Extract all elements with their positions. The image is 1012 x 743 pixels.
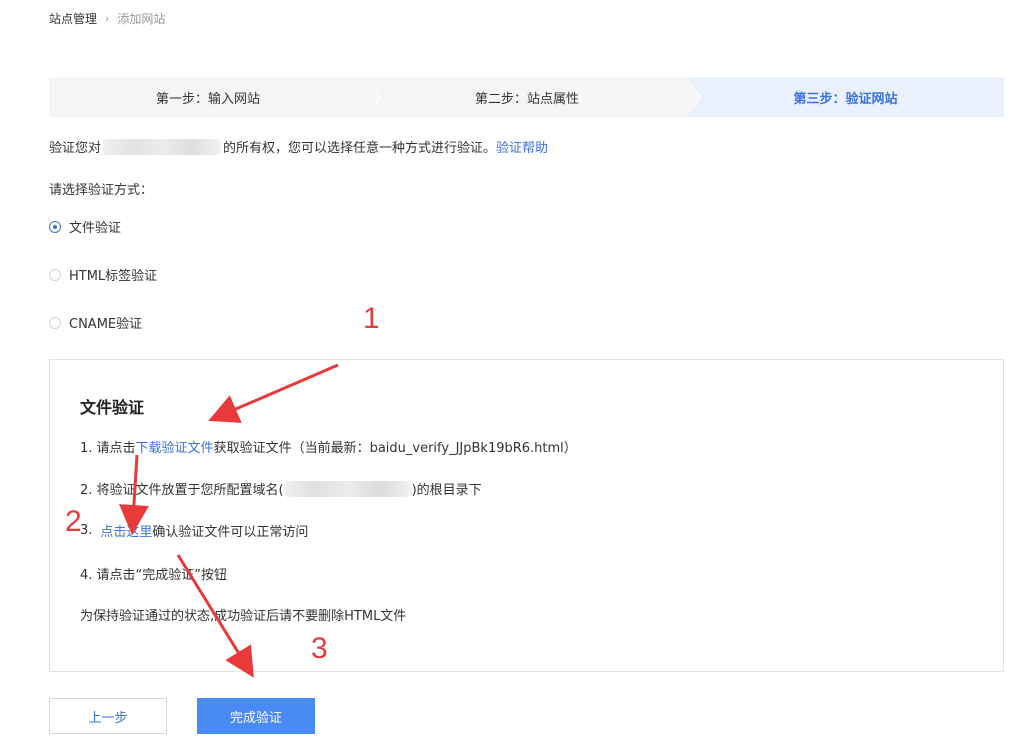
file-verify-panel xyxy=(49,359,1004,672)
step3-suffix: 确认验证文件可以正常访问 xyxy=(152,525,309,540)
complete-verification-button[interactable]: 完成验证 xyxy=(197,698,315,734)
radio-unchecked-icon[interactable] xyxy=(49,268,61,281)
step-3-active: 第三步：验证网站 xyxy=(687,77,1004,117)
step-divider-fill xyxy=(367,77,379,117)
breadcrumb-current: 添加网站 xyxy=(117,12,166,26)
instruction-step-2: 2. 将验证文件放置于您所配置域名( )的根目录下 xyxy=(80,479,482,498)
method-file-label: 文件验证 xyxy=(69,221,122,236)
panel-title: 文件验证 xyxy=(80,398,145,417)
annotation-2: 2 xyxy=(65,505,82,538)
keep-file-note: 为保持验证通过的状态,成功验证后请不要删除HTML文件 xyxy=(80,609,407,624)
method-html-label: HTML标签验证 xyxy=(69,269,158,284)
step1-suffix: 获取验证文件（当前最新：baidu_verify_JJpBk19bR6.html… xyxy=(213,441,577,456)
help-link[interactable]: 验证帮助 xyxy=(496,137,548,156)
step-2: 第二步：站点属性 xyxy=(367,77,701,117)
breadcrumb-root[interactable]: 站点管理 xyxy=(49,10,97,27)
annotation-3: 3 xyxy=(311,632,328,665)
download-file-link[interactable]: 下载验证文件 xyxy=(136,437,214,456)
step-bar: 第一步：输入网站 第二步：站点属性 第三步：验证网站 xyxy=(49,77,1004,117)
instruction-step-1: 1. 请点击 下载验证文件 获取验证文件（当前最新：baidu_verify_J… xyxy=(80,437,577,456)
breadcrumb: 站点管理 › 添加网站 xyxy=(49,10,165,27)
redacted-domain xyxy=(283,480,412,497)
step-3-label: 第三步：验证网站 xyxy=(793,91,898,107)
annotation-1: 1 xyxy=(363,302,380,335)
method-cname-option[interactable]: CNAME验证 xyxy=(49,313,142,332)
step2-prefix: 2. 将验证文件放置于您所配置域名( xyxy=(80,483,284,498)
ownership-intro: 验证您对 的所有权，您可以选择任意一种方式进行验证。 验证帮助 xyxy=(49,137,548,156)
redacted-site-name xyxy=(103,138,222,155)
intro-prefix: 验证您对 xyxy=(49,141,102,156)
method-file-option[interactable]: 文件验证 xyxy=(49,217,121,236)
instruction-step-3: 3. 点击这里 确认验证文件可以正常访问 xyxy=(80,521,308,540)
step-1: 第一步：输入网站 xyxy=(49,77,381,117)
step1-prefix: 1. 请点击 xyxy=(80,441,136,456)
step2-suffix: )的根目录下 xyxy=(411,483,482,498)
step-divider-fill xyxy=(687,77,699,117)
step-1-label: 第一步：输入网站 xyxy=(155,91,260,107)
radio-unchecked-icon[interactable] xyxy=(49,316,61,329)
instruction-step-4: 4. 请点击“完成验证”按钮 xyxy=(80,568,228,583)
previous-step-button[interactable]: 上一步 xyxy=(49,698,167,734)
method-cname-label: CNAME验证 xyxy=(69,317,143,332)
radio-checked-icon[interactable] xyxy=(49,220,61,233)
intro-suffix: 的所有权，您可以选择任意一种方式进行验证。 xyxy=(223,141,497,156)
method-html-option[interactable]: HTML标签验证 xyxy=(49,265,157,284)
check-here-link[interactable]: 点击这里 xyxy=(100,521,152,540)
choose-method-label: 请选择验证方式： xyxy=(49,183,154,198)
step3-prefix: 3. xyxy=(80,523,93,538)
step-2-label: 第二步：站点属性 xyxy=(474,91,579,107)
chevron-right-icon: › xyxy=(105,12,110,25)
